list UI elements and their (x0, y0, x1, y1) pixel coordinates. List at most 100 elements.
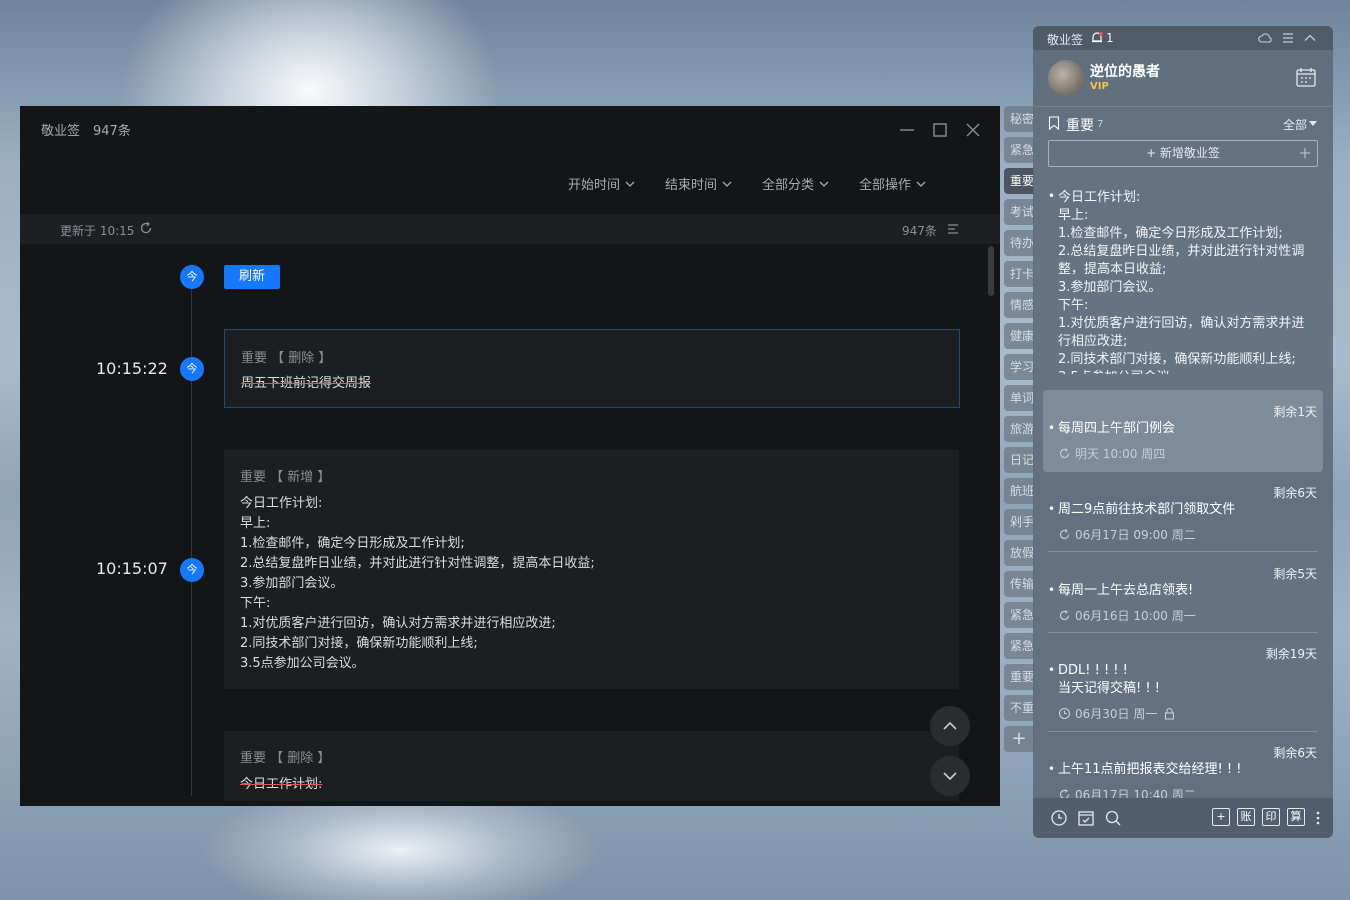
bullet-icon: • (1048, 663, 1056, 677)
window-count: 947条 (93, 124, 131, 139)
filter-bar: 开始时间 结束时间 全部分类 全部操作 (568, 174, 956, 193)
add-button[interactable]: + (1212, 808, 1230, 826)
repeat-icon (1059, 610, 1070, 621)
bell-icon[interactable] (1090, 31, 1104, 45)
refresh-button[interactable]: 刷新 (224, 265, 280, 289)
reminder-time: 06月17日 09:00 周二 (1075, 528, 1196, 542)
filter-end-time[interactable]: 结束时间 (665, 174, 732, 193)
reminder-item[interactable]: 剩余6天 • 上午11点前把报表交给经理! ! ! 06月17日 10:40 周… (1043, 742, 1323, 798)
tab-important[interactable]: 重要 (1004, 168, 1034, 194)
tab-holiday[interactable]: 放假 (1004, 540, 1034, 566)
task-done-icon[interactable] (1077, 809, 1095, 827)
reminder-text: 每周四上午部门例会 (1058, 421, 1176, 436)
tab-urgent-3[interactable]: 紧急 (1004, 633, 1034, 659)
filter-operation[interactable]: 全部操作 (859, 174, 926, 193)
tab-flight[interactable]: 航班 (1004, 478, 1034, 504)
days-left: 剩余5天 (1273, 567, 1317, 581)
username: 逆位的愚者 (1090, 64, 1160, 80)
vip-badge: VIP (1090, 81, 1109, 92)
tab-secret[interactable]: 秘密 (1004, 106, 1034, 132)
title-bar[interactable]: 敬业签 947条 (20, 106, 1000, 156)
filter-dropdown[interactable]: 全部 (1283, 116, 1307, 133)
timeline-entry[interactable]: 重要 【 删除 】 周五下班前记得交周报 (224, 329, 960, 408)
filter-label: 开始时间 (568, 178, 621, 193)
maximize-icon[interactable] (930, 120, 950, 140)
tab-checkin[interactable]: 打卡 (1004, 261, 1034, 287)
reminder-item[interactable]: 剩余19天 • DDL! ! ! ! ! 当天记得交稿! ! ! 06月30日 … (1043, 643, 1323, 733)
chevron-down-icon (943, 772, 957, 781)
bullet-icon: • (1048, 189, 1056, 203)
chevron-down-icon (722, 181, 732, 187)
tab-urgent-2[interactable]: 紧急 (1004, 602, 1034, 628)
tab-words[interactable]: 单词 (1004, 385, 1034, 411)
reminder-text: DDL! ! ! ! ! 当天记得交稿! ! ! (1058, 663, 1160, 696)
menu-icon[interactable] (1281, 31, 1295, 45)
add-note-button[interactable]: + 新增敬业签 (1048, 140, 1318, 167)
timeline-entry[interactable]: 重要 【 删除 】 今日工作计划: (224, 731, 959, 801)
panel-toolbar: + 账 印 算 (1033, 798, 1333, 838)
days-left: 剩余6天 (1273, 486, 1317, 500)
avatar[interactable] (1048, 60, 1084, 96)
filter-label: 全部操作 (859, 178, 912, 193)
reminder-item[interactable]: 剩余5天 • 每周一上午去总店领表! 06月16日 10:00 周一 (1043, 563, 1323, 637)
print-button[interactable]: 印 (1262, 808, 1280, 826)
calendar-icon[interactable] (1295, 66, 1317, 88)
tab-urgent[interactable]: 紧急 (1004, 137, 1034, 163)
timeline-line (191, 266, 192, 796)
reminder-item[interactable]: 剩余1天 • 每周四上午部门例会 明天 10:00 周四 (1043, 390, 1323, 472)
filter-category[interactable]: 全部分类 (762, 174, 829, 193)
repeat-icon (1059, 448, 1070, 459)
reminder-item[interactable]: 剩余6天 • 周二9点前往技术部门领取文件 06月17日 09:00 周二 (1043, 482, 1323, 556)
today-marker: 今 (180, 265, 204, 289)
tab-transfer[interactable]: 传输 (1004, 571, 1034, 597)
tab-unimportant[interactable]: 不重 (1004, 695, 1034, 721)
record-count: 947条 (902, 224, 937, 238)
search-icon[interactable] (1104, 809, 1122, 827)
tab-emotion[interactable]: 情感 (1004, 292, 1034, 318)
list-icon[interactable] (947, 223, 959, 235)
lock-icon (1165, 707, 1175, 720)
tab-important-2[interactable]: 重要 (1004, 664, 1034, 690)
tab-study[interactable]: 学习 (1004, 354, 1034, 380)
reminder-text: 每周一上午去总店领表! (1058, 583, 1194, 598)
calculator-button[interactable]: 算 (1287, 808, 1305, 826)
scroll-down-button[interactable] (930, 756, 970, 796)
cloud-icon[interactable] (1258, 31, 1272, 45)
tab-todo[interactable]: 待办 (1004, 230, 1034, 256)
more-icon[interactable] (1309, 809, 1327, 827)
tab-diary[interactable]: 日记 (1004, 447, 1034, 473)
history-icon[interactable] (1050, 809, 1068, 827)
reminder-meta: 06月16日 10:00 周一 (1058, 607, 1196, 624)
entry-body: 今日工作计划: (240, 777, 323, 792)
scroll-up-button[interactable] (930, 706, 970, 746)
close-icon[interactable] (963, 120, 983, 140)
note-content[interactable]: 今日工作计划: 早上: 1.检查邮件，确定今日形成及工作计划; 2.总结复盘昨日… (1058, 189, 1308, 374)
category-count: 7 (1097, 119, 1104, 130)
ledger-button[interactable]: 账 (1237, 808, 1255, 826)
minimize-icon[interactable] (897, 120, 917, 140)
tab-travel[interactable]: 旅游 (1004, 416, 1034, 442)
tab-health[interactable]: 健康 (1004, 323, 1034, 349)
reminder-meta: 06月30日 周一 (1058, 705, 1180, 722)
timeline-window: 敬业签 947条 开始时间 结束时间 全部分类 全部操作 更新于 10:15 9… (20, 106, 1000, 806)
bookmark-icon (1048, 116, 1060, 130)
category-title: 重要 (1066, 118, 1094, 134)
scrollbar[interactable] (988, 246, 994, 296)
reminder-meta: 06月17日 09:00 周二 (1058, 526, 1196, 543)
panel-app-name: 敬业签 (1047, 33, 1084, 47)
filter-start-time[interactable]: 开始时间 (568, 174, 635, 193)
refresh-icon[interactable] (139, 221, 153, 235)
tab-shopping[interactable]: 剁手 (1004, 509, 1034, 535)
add-tab-button[interactable]: + (1004, 726, 1034, 752)
add-note-label: + 新增敬业签 (1146, 146, 1220, 160)
chevron-down-icon (916, 181, 926, 187)
tab-exam[interactable]: 考试 (1004, 199, 1034, 225)
chevron-down-icon (819, 181, 829, 187)
panel-top-bar[interactable]: 敬业签 1 (1033, 26, 1333, 50)
updated-time: 更新于 10:15 (60, 224, 135, 238)
caret-down-icon (1309, 121, 1317, 126)
collapse-icon[interactable] (1303, 31, 1317, 45)
timeline-entry[interactable]: 重要 【 新增 】 今日工作计划: 早上: 1.检查邮件，确定今日形成及工作计划… (224, 450, 959, 689)
days-left: 剩余6天 (1273, 746, 1317, 760)
chevron-down-icon (625, 181, 635, 187)
